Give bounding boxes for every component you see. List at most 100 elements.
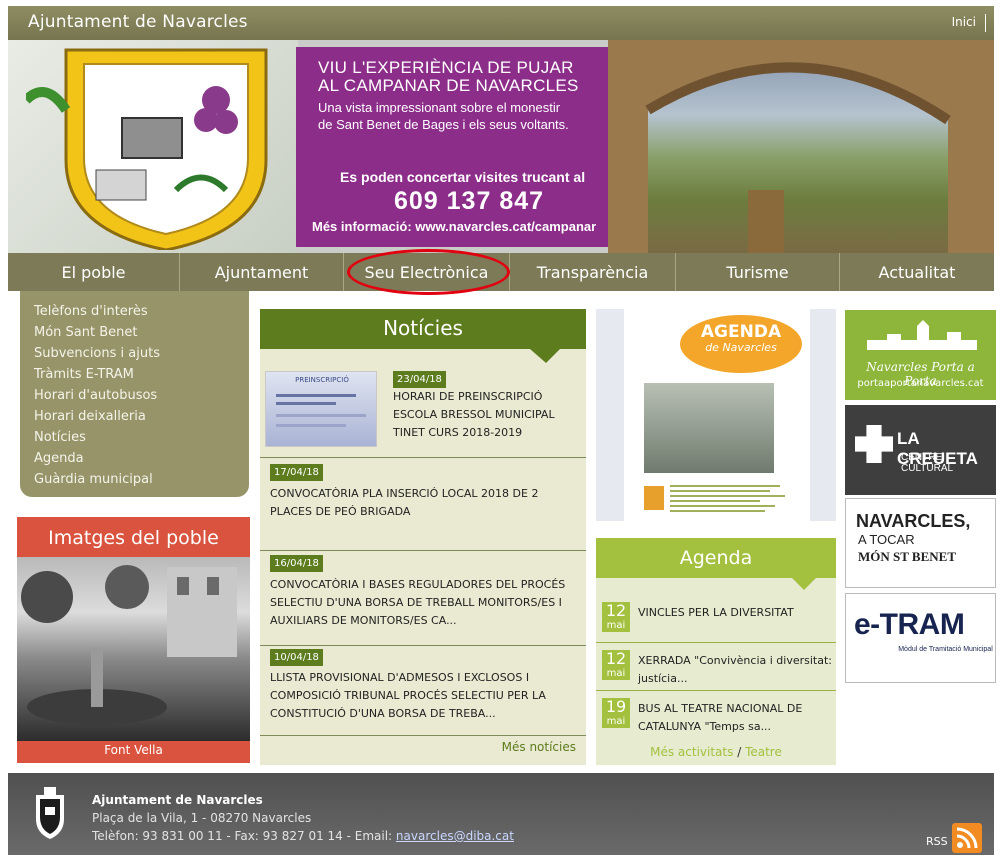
e-tram-ad[interactable]: e-TRAM Mòdul de Tramitació Municipal xyxy=(845,593,996,683)
font-vella-photo xyxy=(17,557,250,741)
nav-actualitat[interactable]: Actualitat xyxy=(840,253,994,291)
agenda-links-separator: / xyxy=(737,745,742,759)
agenda-poster-lines xyxy=(670,485,790,515)
sidebar-item-telefons[interactable]: Telèfons d'interès xyxy=(20,301,249,322)
sidebar-item-noticies[interactable]: Notícies xyxy=(20,427,249,448)
rss-label[interactable]: RSS xyxy=(926,835,948,848)
sidebar-item-tramits[interactable]: Tràmits E-TRAM xyxy=(20,364,249,385)
village-images-title: Imatges del poble xyxy=(48,527,219,549)
theatre-link[interactable]: Teatre xyxy=(745,745,782,759)
coat-of-arms-icon xyxy=(26,48,268,250)
footer-organization-name: Ajuntament de Navarcles xyxy=(92,793,263,807)
creueta-cross-icon xyxy=(855,425,893,463)
event-separator xyxy=(596,642,836,643)
news-title-4[interactable]: LLISTA PROVISIONAL D'ADMESOS I EXCLOSOS … xyxy=(270,669,576,723)
village-images-box[interactable]: Imatges del poble Font Vella xyxy=(17,517,250,763)
main-nav: El poble Ajuntament Seu Electrònica Tran… xyxy=(8,253,994,291)
tocar-title: NAVARCLES, xyxy=(856,511,971,531)
news-thumbnail[interactable]: PREINSCRIPCIÓ xyxy=(265,371,377,447)
news-separator xyxy=(260,550,586,551)
site-title[interactable]: Ajuntament de Navarcles xyxy=(28,12,248,32)
nav-transparencia[interactable]: Transparència xyxy=(510,253,676,291)
agenda-panel: Agenda 12 mai VINCLES PER LA DIVERSITAT … xyxy=(596,538,836,765)
footer-contact: Telèfon: 93 831 00 11 - Fax: 93 827 01 1… xyxy=(92,829,514,843)
news-title: Notícies xyxy=(383,316,463,340)
etram-subtitle: Mòdul de Tramitació Municipal xyxy=(898,646,993,653)
sidebar-item-mon-sant-benet[interactable]: Món Sant Benet xyxy=(20,322,249,343)
thumb-line xyxy=(276,424,346,427)
tocar-mon-st-benet: MÓN ST BENET xyxy=(858,549,957,564)
etram-title: e-TRAM xyxy=(854,608,965,641)
navarcles-a-tocar-ad[interactable]: NAVARCLES, A TOCAR MÓN ST BENET xyxy=(845,498,996,588)
news-panel: Notícies PREINSCRIPCIÓ 23/04/18 HORARI D… xyxy=(260,309,586,765)
porta-a-porta-ad[interactable]: Navarcles Porta a Porta portaaportanavar… xyxy=(845,310,996,400)
thumb-line xyxy=(276,402,336,405)
banner-contact: Es poden concertar visites trucant al xyxy=(340,169,586,185)
footer: Ajuntament de Navarcles Plaça de la Vila… xyxy=(8,773,994,855)
agenda-title: Agenda xyxy=(679,547,753,569)
agenda-header-tail xyxy=(792,578,816,590)
sidebar-item-guardia[interactable]: Guàrdia municipal xyxy=(20,469,249,490)
footer-email-link[interactable]: navarcles@diba.cat xyxy=(396,829,514,843)
thumb-line xyxy=(276,414,366,417)
nav-seu-electronica[interactable]: Seu Electrònica xyxy=(344,253,510,291)
event-separator xyxy=(596,690,836,691)
village-images-caption: Font Vella xyxy=(104,743,163,757)
agenda-poster-page: AGENDA de Navarcles xyxy=(624,309,810,521)
agenda-poster-title: AGENDA de Navarcles xyxy=(700,322,782,355)
nav-el-poble[interactable]: El poble xyxy=(8,253,180,291)
tocar-subtitle: A TOCAR xyxy=(858,532,915,547)
news-date-3: 16/04/18 xyxy=(270,555,323,572)
news-title-1[interactable]: HORARI DE PREINSCRIPCIÓ ESCOLA BRESSOL M… xyxy=(393,388,573,442)
news-header: Notícies xyxy=(260,309,586,349)
event-title[interactable]: XERRADA "Convivència i diversitat: justí… xyxy=(638,652,832,688)
rss-icon[interactable] xyxy=(952,823,982,853)
sidebar-item-agenda[interactable]: Agenda xyxy=(20,448,249,469)
sidebar-item-subvencions[interactable]: Subvencions i ajuts xyxy=(20,343,249,364)
event-date-badge: 19 mai xyxy=(602,698,630,728)
inici-link[interactable]: Inici xyxy=(952,15,976,29)
banner-promo-box: VIU L'EXPERIÈNCIA DE PUJAR AL CAMPANAR D… xyxy=(296,47,608,247)
sidebar-item-deixalleria[interactable]: Horari deixalleria xyxy=(20,406,249,427)
event-date-badge: 12 mai xyxy=(602,602,630,632)
news-title-3[interactable]: CONVOCATÒRIA I BASES REGULADORES DEL PRO… xyxy=(270,576,576,644)
more-news-link[interactable]: Més notícies xyxy=(502,740,576,754)
fountain-photo-icon xyxy=(21,565,237,725)
news-header-tail xyxy=(530,349,560,363)
agenda-header: Agenda xyxy=(596,538,836,578)
top-bar: Ajuntament de Navarcles Inici xyxy=(8,6,994,40)
inici-separator xyxy=(985,14,986,32)
la-creueta-ad[interactable]: LA CREUETA CENTRE CULTURAL xyxy=(845,405,996,495)
banner-phone: 609 137 847 xyxy=(394,187,545,215)
sidebar-item-autobusos[interactable]: Horari d'autobusos xyxy=(20,385,249,406)
banner-info: Més informació: www.navarcles.cat/campan… xyxy=(312,219,597,234)
news-date-4: 10/04/18 xyxy=(270,649,323,666)
event-date-badge: 12 mai xyxy=(602,650,630,680)
sidebar-menu: Telèfons d'interès Món Sant Benet Subven… xyxy=(20,291,249,497)
news-thumbnail-text: PREINSCRIPCIÓ xyxy=(295,376,349,384)
creueta-subtitle: CENTRE CULTURAL xyxy=(901,452,954,474)
more-activities-link[interactable]: Més activitats xyxy=(650,745,733,759)
news-separator xyxy=(260,645,586,646)
hero-banner[interactable]: VIU L'EXPERIÈNCIA DE PUJAR AL CAMPANAR D… xyxy=(8,40,994,253)
news-separator xyxy=(260,735,586,736)
news-title-2[interactable]: CONVOCATÒRIA PLA INSERCIÓ LOCAL 2018 DE … xyxy=(270,485,576,521)
nav-turisme[interactable]: Turisme xyxy=(676,253,840,291)
banner-subtitle: Una vista impressionant sobre el monesti… xyxy=(318,100,569,132)
footer-crest-icon xyxy=(36,787,64,839)
agenda-links: Més activitats / Teatre xyxy=(596,745,836,759)
news-separator xyxy=(260,457,586,458)
porta-a-porta-url: portaaportanavarcles.cat xyxy=(857,378,984,389)
agenda-poster-photo xyxy=(644,383,774,473)
town-silhouette-icon xyxy=(867,320,977,350)
banner-coat-of-arms-area xyxy=(8,40,298,253)
event-title[interactable]: BUS AL TEATRE NACIONAL DE CATALUNYA "Tem… xyxy=(638,700,832,736)
footer-address: Plaça de la Vila, 1 - 08270 Navarcles xyxy=(92,811,312,825)
event-title[interactable]: VINCLES PER LA DIVERSITAT xyxy=(638,604,832,622)
agenda-poster-bubble: AGENDA de Navarcles xyxy=(680,315,802,373)
banner-title: VIU L'EXPERIÈNCIA DE PUJAR AL CAMPANAR D… xyxy=(318,58,579,95)
thumb-line xyxy=(276,394,356,397)
agenda-poster[interactable]: AGENDA de Navarcles xyxy=(596,309,836,521)
nav-ajuntament[interactable]: Ajuntament xyxy=(180,253,344,291)
news-date-1: 23/04/18 xyxy=(393,371,446,388)
